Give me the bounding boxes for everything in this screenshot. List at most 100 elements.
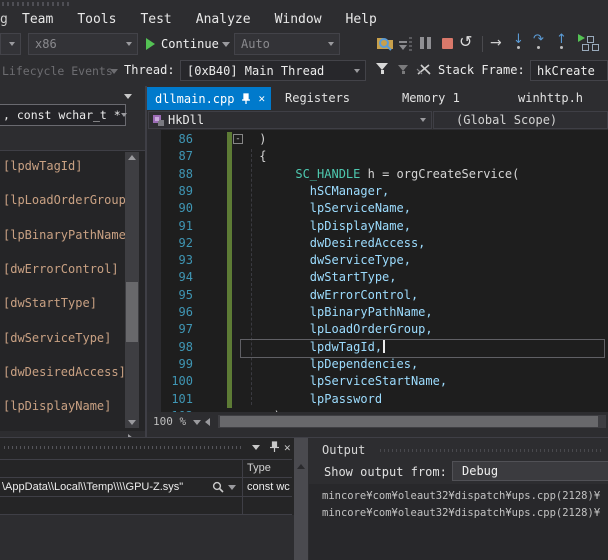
clipped-combobox[interactable]	[0, 33, 21, 55]
watch-item[interactable]: [dwDesiredAccess]	[3, 365, 126, 379]
magnifier-icon[interactable]	[212, 481, 224, 493]
code-line-99[interactable]: 99 lpDependencies,	[147, 357, 608, 374]
tab-memory-1[interactable]: Memory 1	[402, 91, 460, 105]
scope-combobox[interactable]: (Global Scope)	[433, 111, 608, 129]
code-editor[interactable]: - 86 )87 {88 SC_HANDLE h = orgCreateServ…	[147, 130, 608, 412]
scroll-up-icon[interactable]	[128, 155, 136, 160]
watch-item[interactable]: [lpBinaryPathName]	[3, 228, 133, 242]
code-line-100[interactable]: 100 lpServiceStartName,	[147, 374, 608, 391]
watch-item[interactable]: [lpDisplayName]	[3, 399, 111, 413]
watch-item[interactable]: [lpLoadOrderGroup]	[3, 193, 133, 207]
continue-play-icon[interactable]	[146, 38, 155, 50]
code-segment	[252, 305, 310, 319]
code-line-97[interactable]: 97 lpLoadOrderGroup,	[147, 322, 608, 339]
project-scope-combobox[interactable]: HkDll	[148, 111, 432, 129]
output-log[interactable]: mincore¥com¥oleaut32¥dispatch¥ups.cpp(21…	[309, 484, 608, 560]
code-line-90[interactable]: 90 lpServiceName,	[147, 201, 608, 218]
filter-threads-icon[interactable]	[376, 63, 388, 74]
watch-value-cell[interactable]: \AppData\\Local\\Temp\\\\GPU-Z.sys"	[2, 481, 183, 493]
menu-item-window[interactable]: Window	[263, 10, 334, 29]
step-over-icon[interactable]: ↷	[533, 33, 544, 49]
code-line-94[interactable]: 94 dwStartType,	[147, 270, 608, 287]
tab-dllmain-cpp[interactable]: dllmain.cpp ✕	[147, 87, 271, 110]
panel-dropdown-icon[interactable]	[252, 445, 260, 450]
close-icon[interactable]: ✕	[284, 441, 291, 454]
continue-dropdown-icon[interactable]	[222, 42, 230, 47]
code-text: lpBinaryPathName,	[252, 305, 433, 319]
watch-item[interactable]: [dwStartType]	[3, 296, 97, 310]
watch-item[interactable]: [lpdwTagId]	[3, 159, 82, 173]
code-line-88[interactable]: 88 SC_HANDLE h = orgCreateService(	[147, 167, 608, 184]
toolbar-overflow-icon[interactable]	[399, 41, 407, 43]
pin-icon[interactable]	[269, 441, 280, 453]
pause-icon[interactable]	[420, 37, 431, 49]
platform-combobox[interactable]: x86	[28, 33, 138, 55]
type-column-header[interactable]: Type	[247, 462, 271, 474]
line-number: 86	[147, 132, 193, 146]
menu-item-test[interactable]: Test	[128, 10, 183, 29]
scrollbar-thumb[interactable]	[126, 282, 138, 342]
output-source-combobox[interactable]: Debug	[452, 461, 608, 481]
chevron-down-icon[interactable]	[193, 420, 201, 425]
search-folder-icon[interactable]	[376, 33, 395, 51]
horizontal-scrollbar[interactable]	[218, 415, 606, 428]
menu-item-analyze[interactable]: Analyze	[184, 10, 263, 29]
clear-filter-icon[interactable]	[398, 65, 408, 74]
code-line-101[interactable]: 101 lpPassword	[147, 392, 608, 409]
stop-icon[interactable]	[442, 38, 453, 49]
tab-registers[interactable]: Registers	[285, 91, 350, 105]
column-divider[interactable]	[242, 459, 243, 514]
line-number: 87	[147, 149, 193, 163]
code-line-87[interactable]: 87 {	[147, 149, 608, 166]
scroll-down-icon[interactable]	[128, 420, 136, 425]
continue-button[interactable]: Continue	[161, 37, 219, 51]
code-line-96[interactable]: 96 lpBinaryPathName,	[147, 305, 608, 322]
scroll-up-icon[interactable]	[297, 464, 305, 469]
panel-drag-grip[interactable]	[4, 446, 244, 449]
code-line-89[interactable]: 89 hSCManager,	[147, 184, 608, 201]
watch-value-combobox[interactable]: , const wchar_t *	[0, 104, 126, 126]
lifecycle-events-dropdown[interactable]: Lifecycle Events	[2, 64, 113, 78]
thread-combobox[interactable]: [0xB40] Main Thread	[180, 60, 366, 81]
code-line-91[interactable]: 91 lpDisplayName,	[147, 219, 608, 236]
toolbar-grip-handle[interactable]	[409, 36, 412, 51]
visualizer-dropdown-icon[interactable]	[228, 485, 236, 490]
code-line-92[interactable]: 92 dwDesiredAccess,	[147, 236, 608, 253]
flagged-threads-icon[interactable]	[416, 63, 432, 76]
type-cell[interactable]: const wc	[247, 481, 291, 493]
scrollbar-thumb[interactable]	[220, 416, 598, 427]
close-icon[interactable]: ✕	[258, 92, 265, 105]
panel-drag-grip[interactable]	[380, 449, 604, 452]
clipped-menu-item[interactable]: g	[0, 12, 8, 27]
pin-icon[interactable]	[240, 93, 252, 105]
code-text: dwServiceType,	[252, 253, 411, 267]
line-number: 91	[147, 219, 193, 233]
menu-item-tools[interactable]: Tools	[65, 10, 128, 29]
scroll-left-icon[interactable]	[205, 418, 210, 426]
restart-icon[interactable]: ↺	[459, 34, 472, 50]
vertical-scrollbar[interactable]	[294, 438, 308, 560]
code-line-95[interactable]: 95 dwErrorControl,	[147, 288, 608, 305]
menu-item-help[interactable]: Help	[334, 10, 389, 29]
grid-border	[0, 477, 292, 478]
target-combobox[interactable]: Auto	[234, 33, 340, 55]
panel-dropdown-icon[interactable]	[124, 94, 132, 99]
step-into-icon[interactable]: ↓	[513, 33, 524, 49]
watch-item[interactable]: [dwServiceType]	[3, 331, 111, 345]
tab-winhttp-h[interactable]: winhttp.h	[518, 91, 583, 105]
vertical-scrollbar[interactable]	[125, 152, 139, 428]
tab-label: dllmain.cpp	[155, 92, 234, 106]
code-line-93[interactable]: 93 dwServiceType,	[147, 253, 608, 270]
toolbar-overflow-chevron-icon[interactable]	[399, 45, 407, 50]
step-out-icon[interactable]: ↑	[556, 33, 567, 49]
menu-item-team[interactable]: Team	[10, 10, 65, 29]
stack-frame-value: hkCreate	[531, 64, 595, 78]
chevron-down-icon	[420, 118, 426, 122]
stack-frame-combobox[interactable]: hkCreate	[530, 60, 608, 81]
watch-item[interactable]: [dwErrorControl]	[3, 262, 119, 276]
processes-icon[interactable]	[578, 34, 602, 50]
code-line-86[interactable]: 86 )	[147, 132, 608, 149]
show-next-statement-icon[interactable]: →	[490, 36, 502, 50]
code-line-98[interactable]: 98 lpdwTagId,	[147, 340, 608, 357]
zoom-level-dropdown[interactable]: 100 %	[153, 415, 186, 428]
